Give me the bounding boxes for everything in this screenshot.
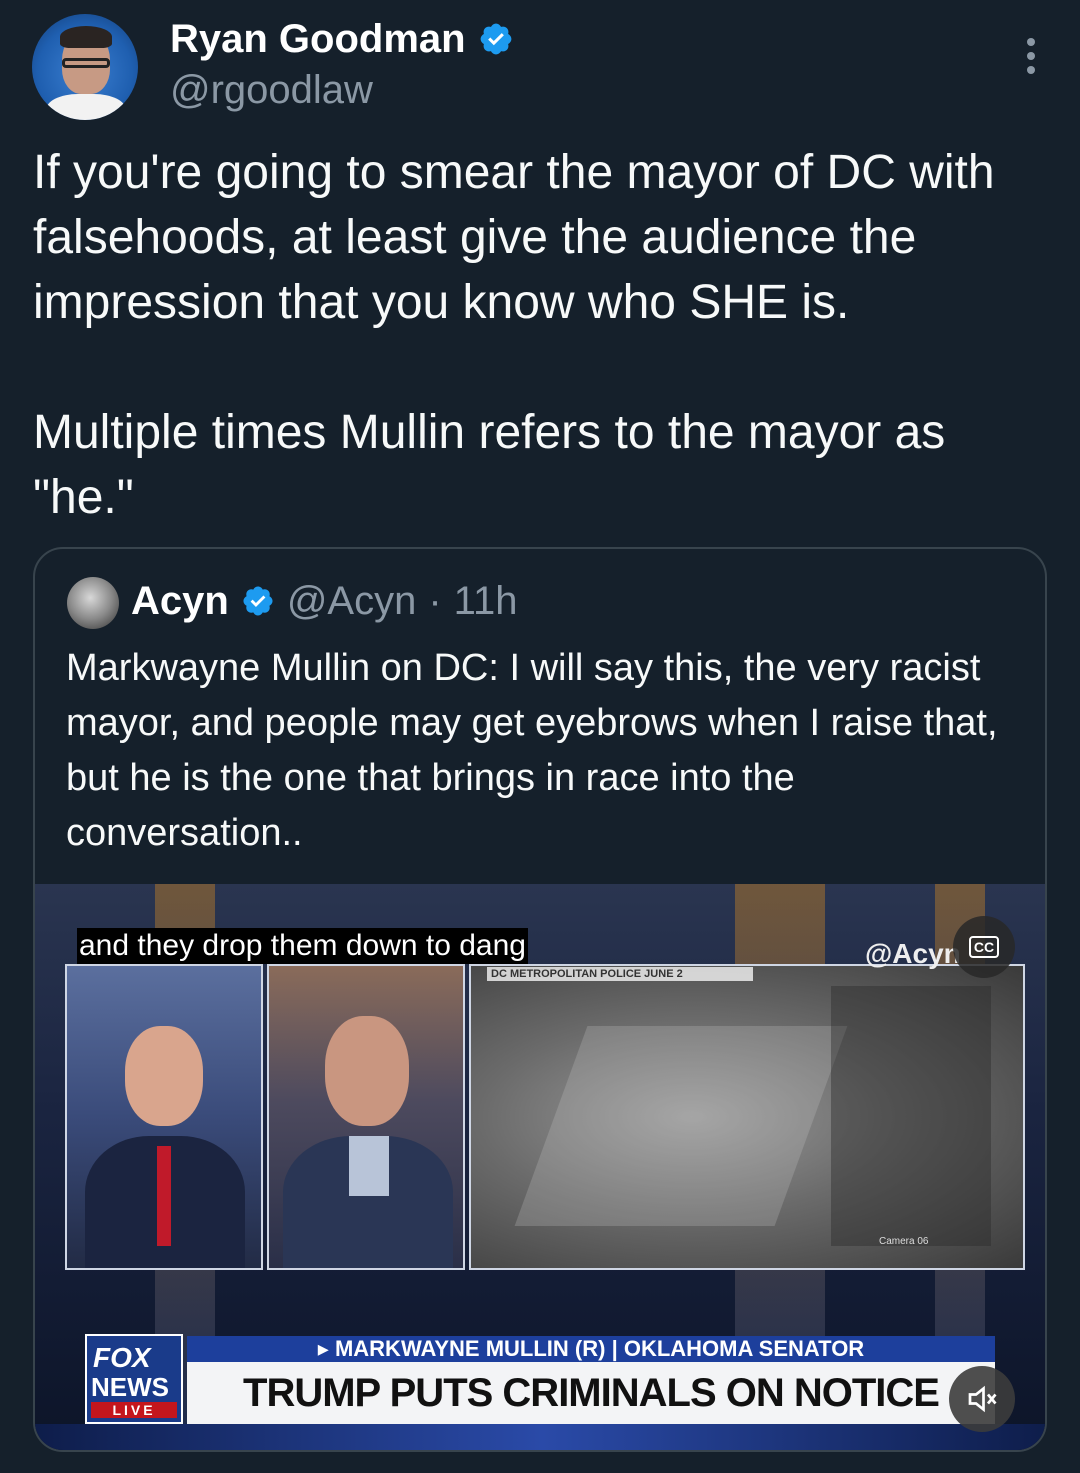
cctv-footage-panel xyxy=(469,964,1025,1270)
more-options-icon[interactable] xyxy=(1026,38,1036,78)
logo-live: LIVE xyxy=(91,1402,177,1418)
author-handle[interactable]: @rgoodlaw xyxy=(170,66,373,114)
camera-label: Camera 06 xyxy=(879,1236,929,1247)
video-caption: and they drop them down to dang xyxy=(77,928,528,964)
cctv-label: DC METROPOLITAN POLICE JUNE 2 xyxy=(487,967,753,981)
quoted-text: Markwayne Mullin on DC: I will say this,… xyxy=(66,647,998,854)
quoted-handle[interactable]: @Acyn xyxy=(287,573,417,629)
quoted-avatar[interactable] xyxy=(67,577,119,629)
chyron-subtitle: ▸ MARKWAYNE MULLIN (R) | OKLAHOMA SENATO… xyxy=(187,1336,995,1362)
logo-news: NEWS xyxy=(91,1372,169,1402)
video-watermark: @Acyn xyxy=(865,938,961,969)
quoted-header: Acyn @Acyn · 11h xyxy=(131,573,517,629)
author-avatar[interactable] xyxy=(32,14,138,120)
logo-fox: FOX xyxy=(93,1342,151,1373)
author-name[interactable]: Ryan Goodman xyxy=(170,14,466,64)
mute-icon[interactable] xyxy=(949,1366,1015,1432)
tweet-text: If you're going to smear the mayor of DC… xyxy=(33,146,995,524)
cc-label: CC xyxy=(968,936,1000,958)
fox-news-logo: FOX NEWS LIVE xyxy=(85,1334,183,1424)
quoted-tweet[interactable]: Acyn @Acyn · 11h Markwayne Mullin on DC:… xyxy=(33,547,1047,1452)
closed-captions-icon[interactable]: CC xyxy=(953,916,1015,978)
host-video-panel xyxy=(65,964,263,1270)
quoted-name[interactable]: Acyn xyxy=(131,573,229,629)
guest-video-panel xyxy=(267,964,465,1270)
meta-separator: · xyxy=(428,579,442,623)
verified-badge-icon xyxy=(243,586,273,616)
quoted-timestamp[interactable]: 11h xyxy=(454,573,518,629)
chyron-headline: TRUMP PUTS CRIMINALS ON NOTICE xyxy=(187,1362,995,1424)
author-name-row[interactable]: Ryan Goodman xyxy=(170,14,514,64)
video-player[interactable]: DC METROPOLITAN POLICE JUNE 2 Camera 06 … xyxy=(35,884,1045,1450)
verified-badge-icon xyxy=(480,23,511,55)
